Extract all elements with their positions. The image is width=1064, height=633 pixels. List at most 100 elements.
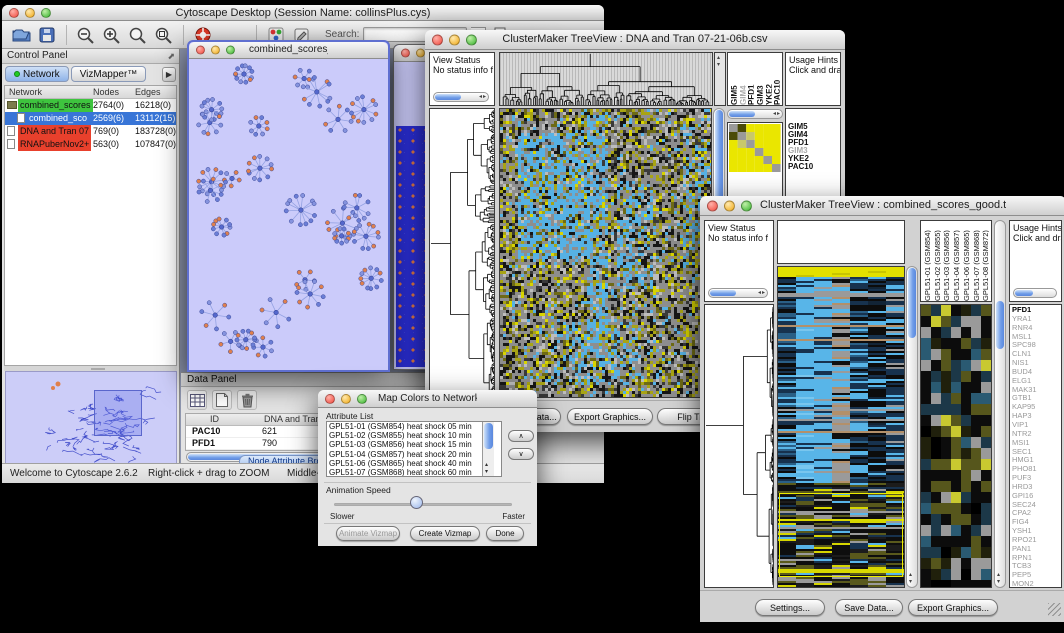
move-up-button[interactable]: ∧ xyxy=(508,430,534,442)
tab-overflow-arrow[interactable]: ▶ xyxy=(162,67,176,82)
tv1-detail-hscrollbar[interactable]: ◂▸ xyxy=(727,109,783,119)
close-button[interactable] xyxy=(196,46,205,55)
network-row[interactable]: combined_sco2569(6)13112(15) xyxy=(5,112,176,125)
save-button[interactable] xyxy=(36,24,58,46)
birdseye-selection[interactable] xyxy=(94,390,142,436)
export-graphics--button[interactable]: Export Graphics... xyxy=(567,408,653,425)
minimize-button[interactable] xyxy=(25,8,35,18)
attribute-list[interactable]: GPL51-01 (GSM854) heat shock 05 minGPL51… xyxy=(326,421,502,477)
col-nodes[interactable]: Nodes xyxy=(93,87,119,97)
scroll-arrows[interactable]: ◂▸ xyxy=(479,93,487,100)
column-label[interactable]: GIM5 xyxy=(730,53,737,105)
column-label[interactable]: GPL51-03 (GSM856) xyxy=(942,221,950,301)
zoom-button[interactable] xyxy=(466,34,477,45)
network-name[interactable]: combined_scores xyxy=(18,99,93,112)
network-row[interactable]: DNA and Tran 07769(0)183728(0) xyxy=(5,125,176,138)
scroll-thumb[interactable] xyxy=(729,111,755,117)
row-label[interactable]: PAC10 xyxy=(788,163,813,171)
zoom-button[interactable] xyxy=(41,8,51,18)
scroll-arrows[interactable]: ▴▾ xyxy=(717,55,720,69)
column-label[interactable]: GPL51-06 (GSM865) xyxy=(962,221,970,301)
tv2-global-heatmap[interactable] xyxy=(777,266,905,588)
zoom-in-icon[interactable] xyxy=(101,24,123,46)
network-row[interactable]: combined_scores2764(0)16218(0) xyxy=(5,99,176,112)
minimize-button[interactable] xyxy=(416,49,425,58)
scroll-arrows[interactable]: ▴▾ xyxy=(485,462,488,476)
attribute-table-icon[interactable] xyxy=(187,390,207,410)
close-button[interactable] xyxy=(9,8,19,18)
tv2-status-scrollbar[interactable]: ◂▸ xyxy=(708,288,768,298)
network-window-1-titlebar[interactable]: combined_scores_good.txt--cluste... xyxy=(189,42,388,59)
scroll-thumb[interactable] xyxy=(484,423,493,449)
scroll-thumb[interactable] xyxy=(1015,290,1033,296)
attribute-item[interactable]: GPL51-06 (GSM865) heat shock 40 min xyxy=(329,459,501,468)
tv1-column-dendrogram[interactable] xyxy=(499,52,713,106)
tv2-hints-scrollbar[interactable] xyxy=(1013,288,1057,298)
close-button[interactable] xyxy=(707,200,718,211)
column-label[interactable]: GPL51-02 (GSM855) xyxy=(933,221,941,301)
export-graphics--button[interactable]: Export Graphics... xyxy=(908,599,998,616)
zoom-button[interactable] xyxy=(226,46,235,55)
minimize-button[interactable] xyxy=(449,34,460,45)
tab-vizmapper[interactable]: VizMapper™ xyxy=(71,66,147,82)
scroll-thumb[interactable] xyxy=(996,301,1004,349)
move-down-button[interactable]: ∨ xyxy=(508,448,534,460)
resize-grip[interactable] xyxy=(1048,603,1061,616)
zoom-button[interactable] xyxy=(741,200,752,211)
zoom-out-icon[interactable] xyxy=(75,24,97,46)
column-label[interactable]: GIM4 xyxy=(739,53,746,105)
tv1-global-heatmap[interactable] xyxy=(499,108,712,398)
tv1-status-scrollbar[interactable]: ◂▸ xyxy=(433,92,489,102)
dialog-titlebar[interactable]: Map Colors to Network xyxy=(318,390,537,408)
save-data--button[interactable]: Save Data... xyxy=(835,599,903,616)
network-canvas-1[interactable] xyxy=(190,59,387,369)
slider-thumb[interactable] xyxy=(410,496,423,509)
tab-network[interactable]: Network xyxy=(5,66,69,82)
column-label[interactable]: GPL51-04 (GSM857) xyxy=(952,221,960,301)
network-name[interactable]: RNAPuberNov2+ xyxy=(18,138,91,151)
tv2-row-dendrogram[interactable] xyxy=(704,304,774,588)
column-label[interactable]: PAC10 xyxy=(773,53,780,105)
zoom-selected-icon[interactable] xyxy=(127,24,149,46)
column-label[interactable]: GPL51-07 (GSM868) xyxy=(972,221,980,301)
zoom-button[interactable] xyxy=(357,394,367,404)
close-button[interactable] xyxy=(432,34,443,45)
scroll-thumb[interactable] xyxy=(710,290,736,296)
tv1-row-dendrogram[interactable] xyxy=(429,108,495,398)
tv2-detail-heatmap[interactable] xyxy=(920,304,992,588)
new-document-icon[interactable] xyxy=(212,390,232,410)
create-vizmap-button[interactable]: Create Vizmap xyxy=(410,526,480,541)
minimize-button[interactable] xyxy=(341,394,351,404)
scroll-thumb[interactable] xyxy=(908,268,916,338)
treeview2-titlebar[interactable]: ClusterMaker TreeView : combined_scores_… xyxy=(700,196,1064,216)
attribute-item[interactable]: GPL51-03 (GSM856) heat shock 15 min xyxy=(329,440,501,449)
minimize-button[interactable] xyxy=(211,46,220,55)
attribute-item[interactable]: GPL51-04 (GSM857) heat shock 20 min xyxy=(329,450,501,459)
birdseye-view[interactable] xyxy=(5,371,177,469)
col-edges[interactable]: Edges xyxy=(135,87,161,97)
network-name[interactable]: DNA and Tran 07 xyxy=(18,125,91,138)
attribute-item[interactable]: GPL51-01 (GSM854) heat shock 05 min xyxy=(329,422,501,431)
tv2-detail-vscrollbar[interactable]: ▴▾ xyxy=(994,220,1006,588)
animation-speed-slider[interactable] xyxy=(334,503,512,506)
scroll-thumb[interactable] xyxy=(435,94,461,100)
trash-icon[interactable] xyxy=(237,390,257,410)
network-name[interactable]: combined_sco xyxy=(27,112,89,125)
col-network[interactable]: Network xyxy=(9,87,42,97)
done-button[interactable]: Done xyxy=(486,526,524,541)
column-label[interactable]: GIM3 xyxy=(756,53,763,105)
attribute-item[interactable]: GPL51-07 (GSM868) heat shock 60 min xyxy=(329,468,501,477)
tv2-heatmap-vscrollbar[interactable]: ▴▾ xyxy=(906,266,918,588)
column-label[interactable]: GPL51-08 (GSM872) xyxy=(981,221,989,301)
scroll-arrows[interactable]: ▴▾ xyxy=(909,572,912,586)
open-file-button[interactable] xyxy=(10,24,32,46)
scroll-arrows[interactable]: ◂▸ xyxy=(758,289,766,296)
column-label[interactable]: PFD1 xyxy=(747,53,754,105)
attribute-item[interactable]: GPL51-02 (GSM855) heat shock 10 min xyxy=(329,431,501,440)
column-label[interactable]: GPL51-01 (GSM854) xyxy=(923,221,931,301)
minimize-button[interactable] xyxy=(724,200,735,211)
scroll-arrows[interactable]: ▴▾ xyxy=(997,572,1000,586)
scroll-arrows[interactable]: ◂▸ xyxy=(773,110,781,117)
close-button[interactable] xyxy=(325,394,335,404)
network-row[interactable]: RNAPuberNov2+563(0)107847(0) xyxy=(5,138,176,151)
